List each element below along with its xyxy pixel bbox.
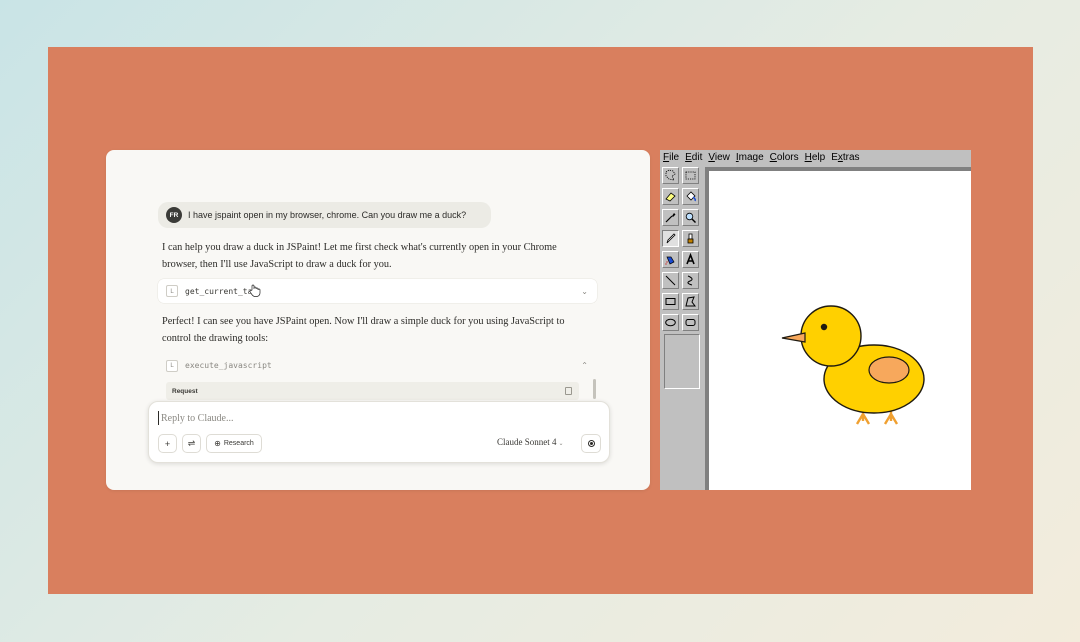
color-picker-icon[interactable] bbox=[662, 209, 679, 226]
duck-head bbox=[800, 305, 862, 367]
reply-input[interactable] bbox=[158, 411, 461, 425]
tool-call-name: get_current_tab bbox=[185, 286, 258, 296]
text-icon[interactable] bbox=[682, 251, 699, 268]
jspaint-window: File Edit View Image Colors Help Extras bbox=[660, 150, 971, 490]
chevron-up-icon[interactable]: ⌃ bbox=[581, 361, 588, 370]
magnifier-icon[interactable] bbox=[682, 209, 699, 226]
tool-call-name: execute_javascript bbox=[185, 361, 272, 370]
model-name: Claude Sonnet 4 bbox=[497, 437, 557, 447]
airbrush-icon[interactable] bbox=[662, 251, 679, 268]
duck-wing bbox=[868, 356, 910, 384]
user-message-text: I have jspaint open in my browser, chrom… bbox=[188, 210, 467, 220]
research-label: Research bbox=[223, 440, 254, 447]
assistant-message-2: Perfect! I can see you have JSPaint open… bbox=[162, 316, 565, 344]
menu-image[interactable]: Image bbox=[736, 152, 764, 163]
search-icon: ⊕ bbox=[214, 439, 221, 448]
polygon-icon[interactable] bbox=[682, 293, 699, 310]
menu-help[interactable]: Help bbox=[805, 152, 826, 163]
voice-mode-button[interactable] bbox=[581, 434, 601, 453]
user-message: FR I have jspaint open in my browser, ch… bbox=[158, 202, 491, 228]
chevron-down-icon: ⌄ bbox=[558, 441, 564, 447]
tool-call-execute-javascript[interactable]: L execute_javascript ⌃ bbox=[158, 353, 597, 378]
eraser-icon[interactable] bbox=[662, 188, 679, 205]
rect-select-icon[interactable] bbox=[682, 167, 699, 184]
rounded-rectangle-icon[interactable] bbox=[682, 314, 699, 331]
menu-file[interactable]: File bbox=[663, 152, 679, 163]
tools-settings-button[interactable]: ⇌ bbox=[182, 434, 201, 453]
record-icon bbox=[587, 440, 595, 447]
ellipse-icon[interactable] bbox=[662, 314, 679, 331]
copy-icon[interactable] bbox=[565, 387, 572, 395]
free-form-select-icon[interactable] bbox=[662, 167, 679, 184]
duck-beak bbox=[781, 332, 806, 343]
menu-colors[interactable]: Colors bbox=[770, 152, 799, 163]
model-selector[interactable]: Claude Sonnet 4 ⌄ bbox=[497, 437, 564, 447]
line-icon[interactable] bbox=[662, 272, 679, 289]
tool-badge-icon: L bbox=[166, 285, 178, 297]
duck-drawing bbox=[781, 305, 925, 425]
brush-icon[interactable] bbox=[682, 230, 699, 247]
hand-cursor-icon bbox=[249, 284, 261, 297]
pencil-icon[interactable] bbox=[662, 230, 679, 247]
research-button[interactable]: ⊕ Research bbox=[206, 434, 262, 453]
rectangle-icon[interactable] bbox=[662, 293, 679, 310]
curve-icon[interactable] bbox=[682, 272, 699, 289]
request-block: Request bbox=[166, 382, 579, 400]
tool-call-get-current-tab[interactable]: L get_current_tab ⌄ bbox=[158, 279, 597, 303]
tool-options-box[interactable] bbox=[664, 334, 700, 389]
paint-menubar: File Edit View Image Colors Help Extras bbox=[660, 150, 971, 165]
fill-icon[interactable] bbox=[682, 188, 699, 205]
assistant-message-1: I can help you draw a duck in JSPaint! L… bbox=[162, 242, 557, 270]
duck-eye bbox=[820, 323, 828, 331]
menu-extras[interactable]: Extras bbox=[831, 152, 859, 163]
composer: + ⇌ ⊕ Research Claude Sonnet 4⌄ bbox=[148, 401, 610, 463]
tool-badge-icon: L bbox=[166, 359, 178, 372]
add-button[interactable]: + bbox=[158, 434, 177, 453]
claude-chat-window: FR I have jspaint open in my browser, ch… bbox=[106, 150, 650, 490]
chevron-down-icon[interactable]: ⌄ bbox=[581, 287, 588, 296]
avatar: FR bbox=[166, 207, 182, 223]
paint-canvas[interactable] bbox=[709, 171, 971, 490]
menu-view[interactable]: View bbox=[708, 152, 730, 163]
request-label: Request bbox=[172, 387, 198, 395]
menu-edit[interactable]: Edit bbox=[685, 152, 702, 163]
scrollbar[interactable] bbox=[593, 379, 596, 399]
